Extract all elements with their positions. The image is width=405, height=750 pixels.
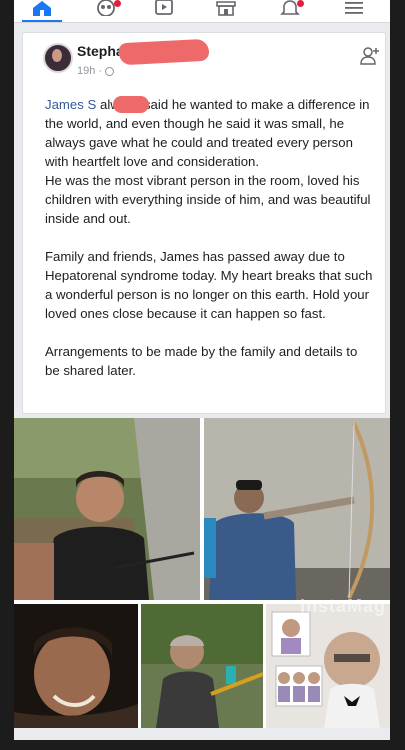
- redaction-mark: [113, 96, 149, 113]
- nav-menu[interactable]: [334, 0, 374, 20]
- post-timestamp[interactable]: 19h ·: [77, 65, 102, 77]
- avatar[interactable]: [43, 43, 73, 73]
- add-friend-icon: [359, 47, 381, 71]
- globe-icon: [105, 66, 115, 76]
- nav-active-indicator: [22, 20, 62, 22]
- post-paragraph: He was the most vibrant person in the ro…: [45, 173, 371, 226]
- friends-badge: [114, 0, 121, 7]
- post-author[interactable]: Stepha: [77, 43, 124, 59]
- photo-kayak[interactable]: [141, 604, 263, 728]
- nav-marketplace[interactable]: [206, 0, 246, 20]
- notifications-badge: [297, 0, 304, 7]
- post-card: Stepha 19h · James S always said he want…: [22, 32, 386, 414]
- photo-collage[interactable]: [266, 604, 390, 728]
- photo-archery[interactable]: [204, 418, 390, 600]
- menu-icon: [343, 0, 365, 16]
- photo-river[interactable]: [14, 418, 200, 600]
- post-body: James S always said he wanted to make a …: [45, 95, 375, 380]
- redaction-mark: [118, 38, 210, 66]
- photo-portrait[interactable]: [14, 604, 138, 728]
- photo-grid: InstaMag: [14, 418, 390, 728]
- watch-icon: [153, 0, 175, 16]
- post-paragraph: Arrangements to be made by the family an…: [45, 344, 358, 378]
- post-paragraph: Family and friends, James has passed awa…: [45, 249, 373, 321]
- nav-friends[interactable]: [86, 0, 126, 20]
- photo-watermark: InstaMag: [299, 596, 386, 616]
- app-frame: Stepha 19h · James S always said he want…: [14, 0, 390, 750]
- bottom-edge: [14, 740, 390, 750]
- mention-link[interactable]: James S: [45, 97, 96, 112]
- post-paragraph: James S always said he wanted to make a …: [45, 97, 370, 169]
- home-icon: [31, 0, 53, 16]
- nav-home[interactable]: [22, 0, 62, 20]
- top-navigation-bar: [14, 0, 390, 23]
- marketplace-icon: [215, 0, 237, 16]
- nav-watch[interactable]: [144, 0, 184, 20]
- post-meta: 19h ·: [77, 65, 115, 77]
- add-friend-button[interactable]: [359, 45, 381, 72]
- nav-notifications[interactable]: [270, 0, 310, 20]
